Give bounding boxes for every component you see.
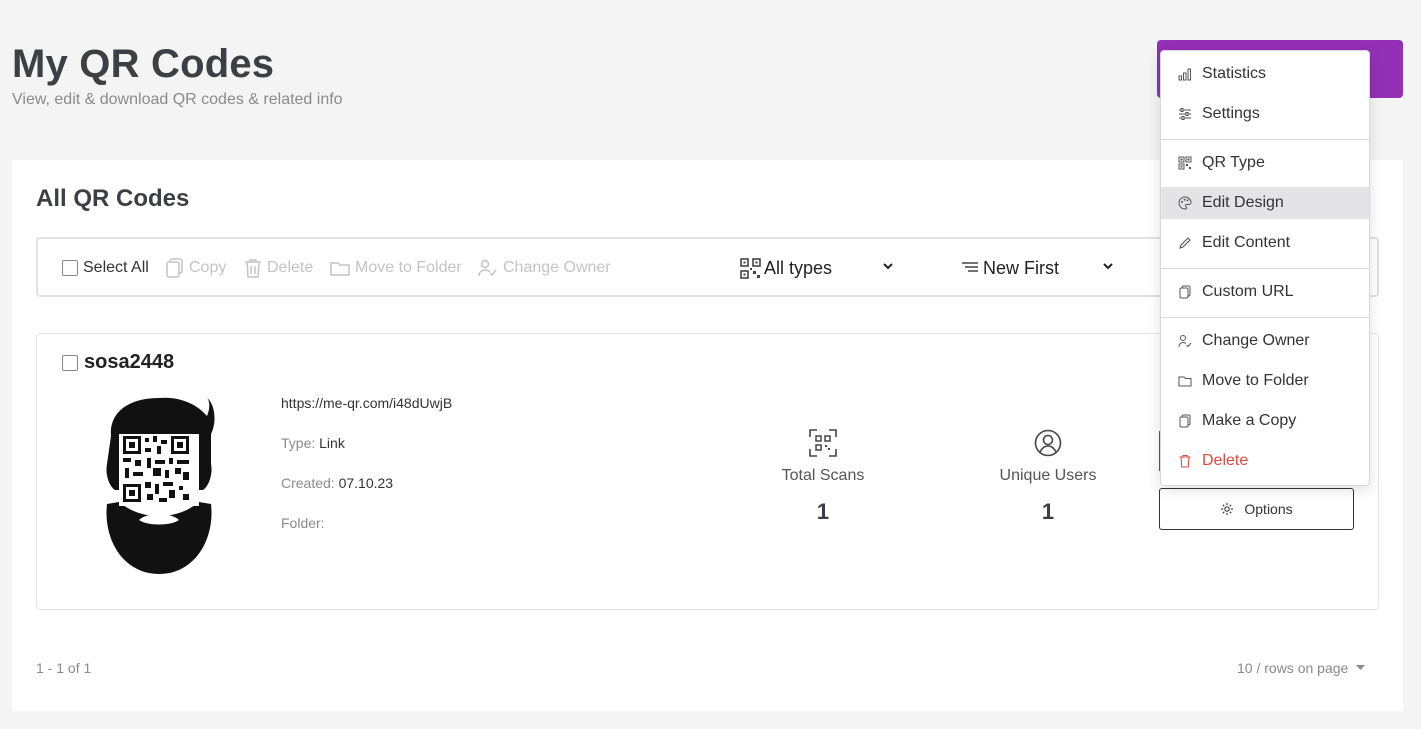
qr-name: sosa2448 — [62, 351, 174, 374]
type-value: Link — [319, 435, 345, 451]
menu-item-edit-design[interactable]: Edit Design — [1161, 187, 1369, 219]
menu-item-qr-type[interactable]: QR Type — [1161, 147, 1369, 179]
menu-item-settings[interactable]: Settings — [1161, 98, 1369, 130]
folder-icon — [1178, 376, 1192, 387]
menu-item-label: Edit Content — [1202, 234, 1291, 251]
options-label: Options — [1244, 501, 1293, 517]
sort-select[interactable]: New First — [961, 254, 1114, 282]
type-filter-value: All types — [764, 257, 833, 278]
delete-label: Delete — [267, 259, 314, 276]
select-all-label: Select All — [83, 259, 149, 276]
chevron-down-icon — [883, 263, 893, 270]
change-owner-button[interactable]: Change Owner — [478, 257, 611, 279]
rows-per-page-select[interactable]: 10 / rows on page — [1237, 660, 1366, 676]
created-value: 07.10.23 — [338, 475, 394, 491]
type-label: Type: — [281, 435, 316, 451]
caret-down-icon — [1356, 665, 1366, 670]
menu-item-make-a-copy[interactable]: Make a Copy — [1161, 405, 1369, 437]
qr-icon — [740, 257, 761, 279]
page-subtitle: View, edit & download QR codes & related… — [12, 91, 343, 108]
bar-chart-icon — [1178, 68, 1191, 81]
qr-url[interactable]: https://me-qr.com/i48dUwjB — [281, 395, 452, 411]
folder-icon — [330, 262, 350, 276]
total-scans-label: Total Scans — [781, 467, 865, 484]
chevron-down-icon — [1103, 263, 1113, 270]
scan-icon — [809, 429, 837, 457]
move-to-folder-label: Move to Folder — [355, 259, 462, 276]
select-all-checkbox[interactable]: Select All — [62, 257, 149, 279]
menu-item-label: Statistics — [1202, 65, 1267, 82]
qr-folder: Folder: — [281, 515, 325, 531]
menu-divider — [1161, 139, 1369, 140]
menu-item-delete[interactable]: Delete — [1161, 445, 1369, 477]
unique-users-value: 1 — [1041, 499, 1055, 524]
unique-users-label: Unique Users — [999, 467, 1097, 484]
menu-item-label: Make a Copy — [1202, 412, 1297, 429]
row-checkbox[interactable] — [62, 354, 78, 371]
gear-icon — [1221, 503, 1234, 515]
options-menu: Statistics Settings QR Type Edit Design … — [1160, 50, 1370, 486]
pencil-icon — [1179, 237, 1191, 249]
menu-divider — [1161, 317, 1369, 318]
qr-name-label: sosa2448 — [84, 351, 175, 373]
change-owner-label: Change Owner — [503, 259, 611, 276]
copy-icon — [1179, 285, 1191, 299]
menu-item-label: Settings — [1202, 105, 1260, 122]
sort-value: New First — [983, 257, 1059, 278]
checkbox[interactable] — [62, 260, 78, 276]
copy-label: Copy — [189, 259, 227, 276]
folder-label: Folder: — [281, 515, 325, 531]
delete-button[interactable]: Delete — [244, 257, 313, 279]
options-button[interactable]: Options — [1159, 488, 1354, 530]
menu-item-label: Change Owner — [1202, 332, 1310, 349]
unique-users-stat: Unique Users 1 — [968, 429, 1128, 525]
sort-icon — [962, 262, 978, 272]
trash-icon — [245, 259, 261, 278]
menu-item-change-owner[interactable]: Change Owner — [1161, 325, 1369, 357]
created-label: Created: — [281, 475, 335, 491]
qr-created: Created: 07.10.23 — [281, 475, 393, 491]
menu-item-statistics[interactable]: Statistics — [1161, 58, 1369, 90]
qr-type: Type: Link — [281, 435, 345, 451]
section-title: All QR Codes — [36, 185, 190, 212]
sliders-icon — [1179, 108, 1191, 120]
menu-item-label: Custom URL — [1202, 283, 1294, 300]
menu-item-custom-url[interactable]: Custom URL — [1161, 276, 1369, 308]
pagination-range: 1 - 1 of 1 — [36, 660, 92, 676]
copy-button[interactable]: Copy — [166, 257, 226, 279]
menu-item-label: Edit Design — [1202, 194, 1284, 211]
menu-item-label: Move to Folder — [1202, 372, 1309, 389]
menu-item-move-to-folder[interactable]: Move to Folder — [1161, 365, 1369, 397]
user-check-icon — [1178, 335, 1192, 348]
user-circle-icon — [1034, 429, 1062, 457]
trash-icon — [1179, 454, 1191, 468]
total-scans-stat: Total Scans 1 — [743, 429, 903, 525]
type-filter-select[interactable]: All types — [740, 254, 894, 282]
menu-item-label: Delete — [1202, 452, 1249, 469]
menu-divider — [1161, 268, 1369, 269]
copy-icon — [1179, 414, 1191, 428]
menu-item-label: QR Type — [1202, 154, 1265, 171]
qr-code-image[interactable] — [99, 394, 219, 574]
rows-per-page-label: 10 / rows on page — [1237, 660, 1349, 676]
page-title: My QR Codes — [12, 42, 275, 86]
qr-icon — [1178, 156, 1192, 170]
palette-icon — [1178, 196, 1192, 210]
move-to-folder-button[interactable]: Move to Folder — [330, 257, 462, 279]
total-scans-value: 1 — [816, 499, 830, 524]
menu-item-edit-content[interactable]: Edit Content — [1161, 227, 1369, 259]
copy-icon — [166, 258, 183, 278]
user-check-icon — [478, 259, 497, 277]
